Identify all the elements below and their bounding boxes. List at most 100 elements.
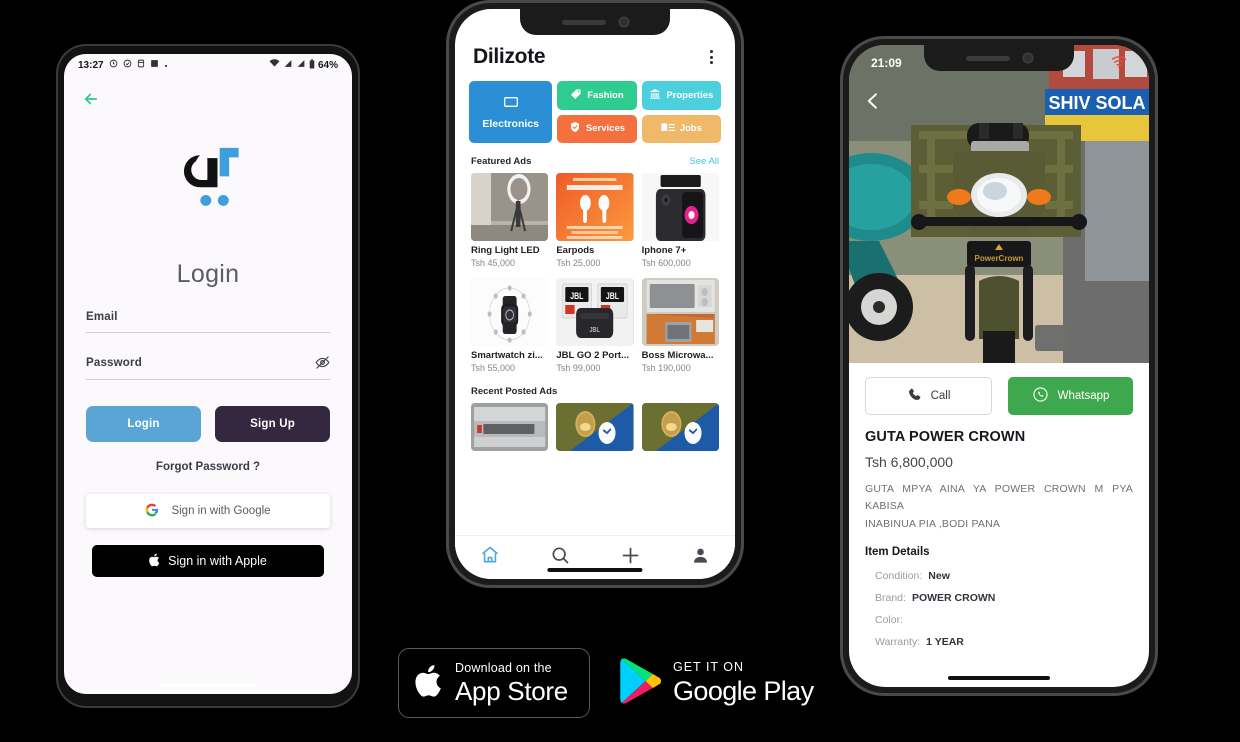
recent-ad-thumbnail-flyer-2[interactable] bbox=[641, 403, 719, 451]
detail-key: Warranty: bbox=[875, 635, 921, 648]
category-properties[interactable]: Properties bbox=[641, 81, 721, 110]
product-description: GUTA MPYA AINA YA POWER CROWN M PYA KABI… bbox=[865, 481, 1133, 533]
tab-home[interactable] bbox=[480, 545, 500, 570]
recent-ad-thumbnail-flyer-1[interactable] bbox=[556, 403, 634, 451]
whatsapp-icon bbox=[1032, 386, 1049, 406]
google-icon bbox=[145, 503, 159, 520]
ad-thumbnail-ring-light bbox=[471, 173, 549, 241]
ad-card[interactable]: Ring Light LED Tsh 45,000 bbox=[471, 173, 549, 268]
plus-icon bbox=[620, 545, 641, 571]
ad-thumbnail-microwave bbox=[641, 278, 719, 346]
android-status-bar: 13:27 64% bbox=[64, 54, 352, 76]
detail-row-color: Color: bbox=[865, 609, 1133, 631]
google-signin-button[interactable]: Sign in with Google bbox=[86, 494, 330, 528]
detail-value: New bbox=[928, 569, 950, 582]
category-grid: Electronics Fashion Properties Services … bbox=[469, 81, 721, 143]
app-store-badge[interactable]: Download on the App Store bbox=[398, 648, 590, 718]
search-icon bbox=[550, 545, 570, 570]
tag-icon bbox=[570, 88, 582, 103]
ad-card[interactable]: Iphone 7+ Tsh 600,000 bbox=[641, 173, 719, 268]
apple-icon bbox=[415, 663, 445, 704]
svg-text:JBL: JBL bbox=[590, 326, 600, 334]
shield-check-icon bbox=[569, 121, 581, 136]
detail-key: Color: bbox=[875, 613, 904, 626]
ad-card[interactable]: Boss Microwa... Tsh 190,000 bbox=[641, 278, 719, 373]
app-store-small-label: Download on the bbox=[455, 660, 552, 675]
login-button[interactable]: Login bbox=[86, 406, 201, 442]
recent-ads-row bbox=[471, 403, 719, 451]
list-card-icon bbox=[661, 122, 675, 136]
screenshot-icon bbox=[137, 59, 145, 71]
bottom-tab-bar bbox=[455, 535, 735, 579]
svg-text:SHIV SOLA: SHIV SOLA bbox=[1048, 93, 1145, 113]
login-screen: 13:27 64% Login Email Password Login Sig… bbox=[64, 54, 352, 694]
featured-ads-row-2: Smartwatch zi... Tsh 55,000 JBL JBL JBL … bbox=[471, 278, 719, 373]
google-play-big-label: Google Play bbox=[673, 675, 814, 706]
ad-thumbnail-jbl: JBL JBL JBL bbox=[556, 278, 634, 346]
detail-row-brand: Brand: POWER CROWN bbox=[865, 587, 1133, 609]
ad-price: Tsh 55,000 bbox=[471, 363, 516, 373]
apple-signin-button[interactable]: Sign in with Apple bbox=[92, 545, 324, 577]
home-icon bbox=[480, 545, 500, 570]
ad-title: Iphone 7+ bbox=[641, 245, 687, 256]
monitor-icon bbox=[503, 95, 519, 114]
category-electronics[interactable]: Electronics bbox=[469, 81, 553, 143]
chevron-left-icon[interactable] bbox=[863, 89, 883, 113]
ad-title: Earpods bbox=[556, 245, 595, 256]
home-phone-mockup: Dilizote Electronics Fashion Properties … bbox=[446, 0, 744, 588]
ad-price: Tsh 600,000 bbox=[641, 258, 691, 268]
product-title: GUTA POWER CROWN bbox=[865, 429, 1026, 445]
whatsapp-button[interactable]: Whatsapp bbox=[1008, 377, 1133, 415]
section-title: Recent Posted Ads bbox=[471, 386, 558, 397]
svg-text:JBL: JBL bbox=[571, 291, 584, 301]
tab-profile[interactable] bbox=[691, 546, 710, 570]
forgot-password-link[interactable]: Forgot Password ? bbox=[86, 461, 330, 473]
email-label: Email bbox=[86, 311, 118, 323]
recent-ad-thumbnail-oven[interactable] bbox=[471, 403, 549, 451]
call-button[interactable]: Call bbox=[865, 377, 992, 415]
item-details-heading: Item Details bbox=[865, 545, 930, 558]
google-play-small-label: GET IT ON bbox=[673, 660, 745, 675]
ad-thumbnail-iphone bbox=[641, 173, 719, 241]
see-all-link[interactable]: See All bbox=[689, 156, 719, 167]
recent-section-header: Recent Posted Ads bbox=[471, 386, 719, 397]
signal-icon-2 bbox=[296, 59, 306, 71]
dot-icon bbox=[164, 60, 168, 71]
tab-post-ad[interactable] bbox=[620, 545, 641, 571]
email-field[interactable]: Email bbox=[86, 311, 330, 333]
category-label: Properties bbox=[666, 89, 714, 101]
tab-search[interactable] bbox=[550, 545, 570, 570]
ad-card[interactable]: Earpods Tsh 25,000 bbox=[556, 173, 634, 268]
category-label: Jobs bbox=[679, 123, 702, 135]
google-play-text: GET IT ON Google Play bbox=[673, 661, 814, 705]
detail-value: 1 YEAR bbox=[926, 635, 964, 648]
section-title: Featured Ads bbox=[471, 156, 532, 167]
product-hero-image[interactable]: SHIV SOLA PowerCrown 21:09 bbox=[849, 45, 1149, 363]
category-label: Services bbox=[585, 123, 626, 135]
dilizote-cart-logo-icon bbox=[183, 147, 239, 206]
ad-card[interactable]: JBL JBL JBL JBL GO 2 Port... Tsh 99,000 bbox=[556, 278, 634, 373]
whatsapp-label: Whatsapp bbox=[1057, 390, 1110, 402]
category-jobs[interactable]: Jobs bbox=[641, 114, 721, 143]
call-label: Call bbox=[930, 390, 951, 402]
kebab-menu-icon[interactable] bbox=[706, 46, 717, 68]
back-arrow-icon[interactable] bbox=[82, 90, 100, 108]
ad-title: JBL GO 2 Port... bbox=[556, 350, 630, 361]
detail-row-condition: Condition: New bbox=[865, 565, 1133, 587]
detail-key: Condition: bbox=[875, 569, 923, 582]
login-form: Login Email Password Login Sign Up Forgo… bbox=[64, 142, 352, 577]
product-detail-screen: SHIV SOLA PowerCrown 21:09 Call Whatsapp… bbox=[849, 45, 1149, 687]
front-camera-icon bbox=[1024, 54, 1032, 62]
category-services[interactable]: Services bbox=[557, 114, 637, 143]
ad-price: Tsh 25,000 bbox=[556, 258, 601, 268]
battery-percent: 64% bbox=[317, 59, 338, 71]
wifi-icon bbox=[269, 59, 280, 71]
ad-card[interactable]: Smartwatch zi... Tsh 55,000 bbox=[471, 278, 549, 373]
password-field[interactable]: Password bbox=[86, 355, 330, 380]
eye-off-icon[interactable] bbox=[315, 355, 330, 370]
category-fashion[interactable]: Fashion bbox=[557, 81, 637, 110]
svg-text:PowerCrown: PowerCrown bbox=[975, 254, 1024, 263]
google-signin-label: Sign in with Google bbox=[171, 505, 271, 517]
google-play-badge[interactable]: GET IT ON Google Play bbox=[618, 657, 814, 710]
signup-button[interactable]: Sign Up bbox=[215, 406, 330, 442]
